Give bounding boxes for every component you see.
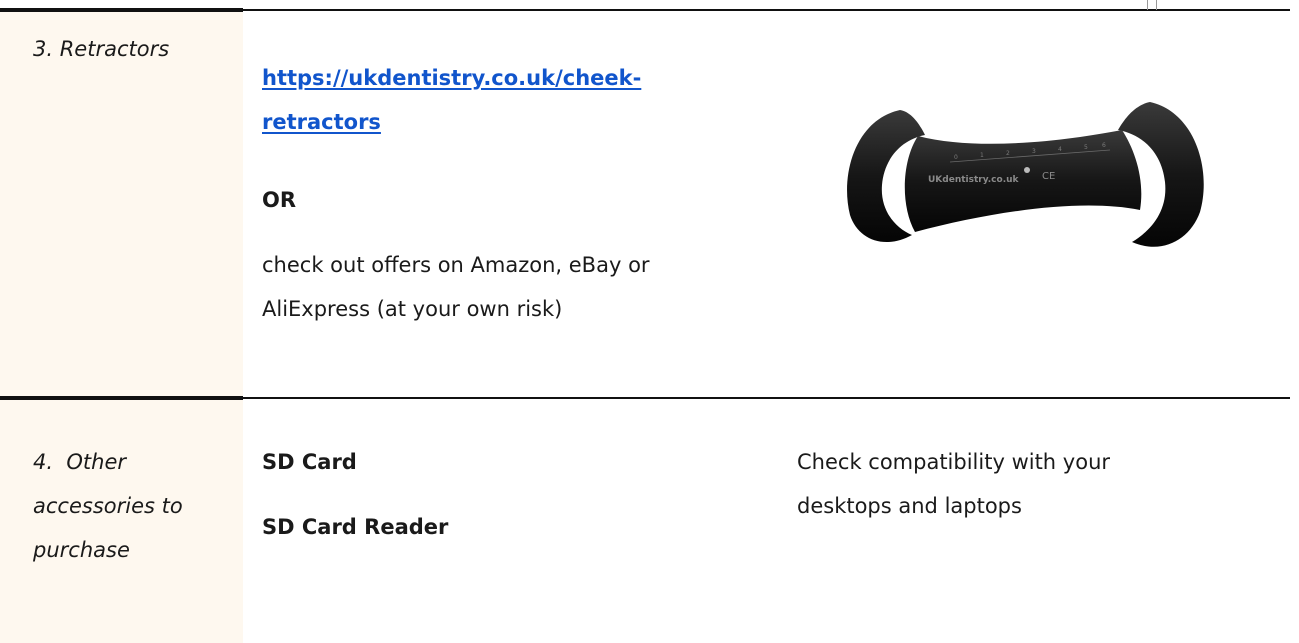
compatibility-note-line-1: Check compatibility with your (797, 450, 1111, 474)
retractor-dot (1024, 167, 1030, 173)
retractors-link-line-2: retractors (262, 110, 381, 134)
scale-number: 1 (980, 152, 984, 159)
page-corner-mark (1147, 0, 1157, 10)
row-4-label-line-2: accessories to (33, 494, 183, 518)
row-4-label: 4. Other accessories to purchase (33, 440, 183, 572)
row-divider-rule (0, 396, 1290, 400)
retractor-ce-mark: CE (1042, 171, 1055, 182)
retractors-note-line-2: AliExpress (at your own risk) (262, 297, 563, 321)
scale-number: 5 (1084, 144, 1088, 151)
cheek-retractor-image: 0 1 2 3 4 5 6 UKdentistry.co.uk CE (847, 102, 1204, 247)
scale-number: 4 (1058, 146, 1062, 153)
retractor-brand-text: UKdentistry.co.uk (928, 175, 1020, 185)
scale-number: 0 (954, 154, 958, 161)
compatibility-note: Check compatibility with your desktops a… (797, 440, 1110, 528)
scale-number: 2 (1006, 150, 1010, 157)
scale-number: 3 (1032, 148, 1036, 155)
compatibility-note-line-2: desktops and laptops (797, 494, 1022, 518)
sd-card-item: SD Card (262, 450, 357, 474)
row-3-label: 3. Retractors (33, 37, 170, 61)
row-4-label-line-3: purchase (33, 538, 130, 562)
top-rule (0, 8, 1290, 12)
retractors-link-block: https://ukdentistry.co.uk/cheek- retract… (262, 56, 641, 144)
retractors-link-line-1: https://ukdentistry.co.uk/cheek- (262, 66, 642, 90)
or-text: OR (262, 188, 297, 212)
retractors-link[interactable]: https://ukdentistry.co.uk/cheek- retract… (262, 66, 641, 134)
sd-card-reader-item: SD Card Reader (262, 515, 449, 539)
scale-number: 6 (1102, 142, 1106, 149)
retractors-note-line-1: check out offers on Amazon, eBay or (262, 253, 650, 277)
row-4-label-line-1: 4. Other (33, 450, 127, 474)
retractors-note: check out offers on Amazon, eBay or AliE… (262, 243, 650, 331)
